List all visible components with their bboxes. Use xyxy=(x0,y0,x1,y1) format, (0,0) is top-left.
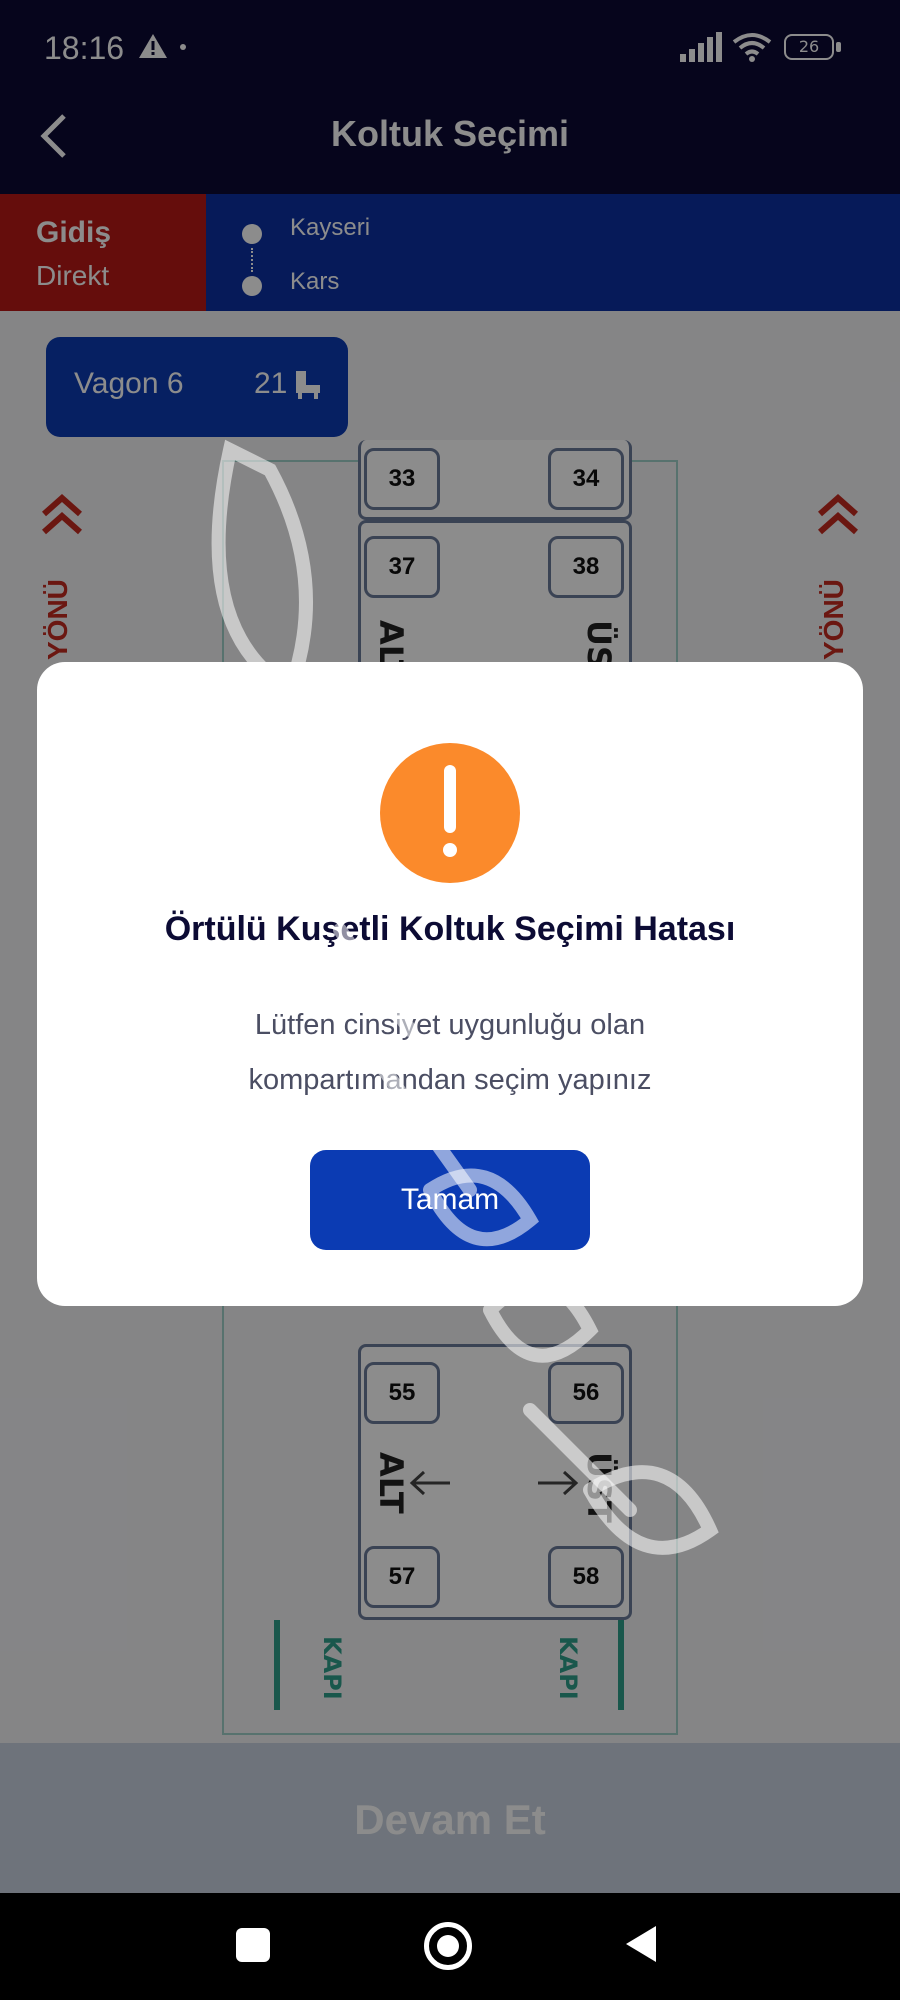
home-icon[interactable] xyxy=(424,1922,472,1970)
dialog-message: Lütfen cinsiyet uygunluğu olan kompartım… xyxy=(150,998,750,1108)
recents-icon[interactable] xyxy=(236,1928,270,1962)
dialog-title: Örtülü Kuşetli Koltuk Seçimi Hatası xyxy=(164,910,736,948)
alert-icon xyxy=(380,743,520,883)
ok-button[interactable]: Tamam xyxy=(310,1150,590,1250)
dialog-message-line-2: kompartımandan seçim yapınız xyxy=(248,1064,652,1096)
dialog-message-line-1: Lütfen cinsiyet uygunluğu olan xyxy=(254,1009,646,1041)
back-nav-icon[interactable] xyxy=(624,1924,658,1964)
